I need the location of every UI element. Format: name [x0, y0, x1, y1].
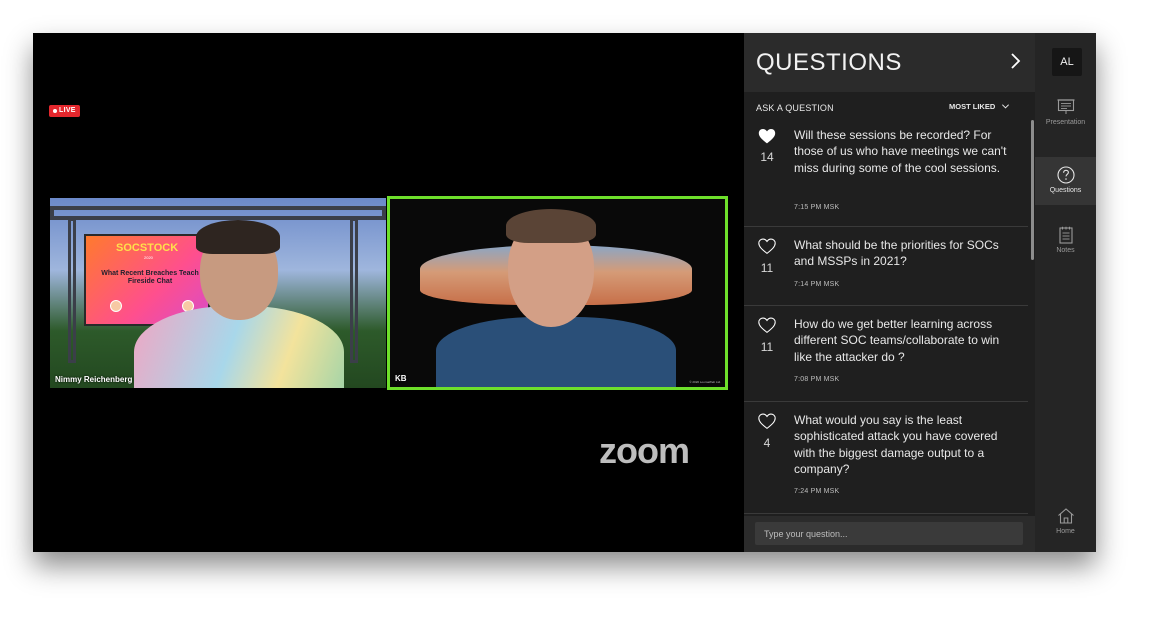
video-stage: LIVE SOCSTOCK 2020 What Recent Breaches …: [33, 33, 744, 552]
user-avatar[interactable]: AL: [1052, 48, 1082, 76]
stage-truss: [68, 218, 76, 363]
questions-scrollbar[interactable]: [1031, 120, 1034, 260]
rail-item-questions[interactable]: Questions: [1035, 157, 1096, 205]
question-circle-icon: [1056, 166, 1075, 184]
app-window: LIVE SOCSTOCK 2020 What Recent Breaches …: [33, 33, 1096, 552]
panel-title: QUESTIONS: [756, 49, 902, 76]
participant-video-body: [436, 317, 676, 387]
questions-panel: QUESTIONS ASK A QUESTION MOST LIKED 14 W…: [744, 33, 1035, 552]
like-count: 11: [760, 261, 774, 275]
rail-item-label: Home: [1056, 528, 1075, 535]
rail-item-label: Notes: [1056, 247, 1075, 254]
question-text: How do we get better learning across dif…: [794, 317, 1000, 364]
ask-a-question-link[interactable]: ASK A QUESTION: [756, 103, 834, 113]
collapse-chevron-right-icon[interactable]: [1005, 51, 1025, 71]
like-count: 11: [760, 340, 774, 354]
heart-outline-icon[interactable]: [757, 412, 777, 430]
notes-icon: [1058, 226, 1073, 244]
live-badge: LIVE: [49, 105, 80, 117]
participant-tile-nimmy[interactable]: SOCSTOCK 2020 What Recent Breaches Teach…: [50, 198, 386, 388]
question-timestamp: 7:14 PM MSK: [794, 281, 840, 288]
heart-outline-icon[interactable]: [757, 316, 777, 334]
participant-name: Nimmy Reichenberg: [55, 375, 133, 384]
rail-item-label: Presentation: [1045, 119, 1086, 126]
rail-item-presentation[interactable]: Presentation: [1035, 97, 1096, 145]
chevron-down-icon: [1002, 104, 1010, 109]
heart-outline-icon[interactable]: [757, 237, 777, 255]
question-timestamp: 7:15 PM MSK: [794, 204, 840, 211]
question-item: 11 How do we get better learning across …: [744, 306, 1028, 402]
live-label: LIVE: [59, 107, 76, 114]
backdrop-avatar: [110, 300, 122, 312]
question-item: 14 Will these sessions be recorded? For …: [744, 122, 1028, 227]
stage-truss: [50, 206, 386, 220]
presentation-icon: [1057, 99, 1074, 114]
question-item: 4 What would you say is the least sophis…: [744, 402, 1028, 514]
like-count: 14: [760, 150, 774, 164]
backdrop-title: What Recent Breaches Teach Fireside Chat: [101, 270, 199, 285]
stage-truss: [350, 218, 358, 363]
participant-name: KB: [395, 374, 407, 383]
questions-header: QUESTIONS: [744, 33, 1035, 92]
backdrop-copyright: © 2020 LoomaWeb Ltd.: [689, 380, 721, 384]
sort-label: MOST LIKED: [949, 102, 996, 111]
heart-filled-icon[interactable]: [757, 127, 777, 145]
participant-video-hair: [196, 220, 280, 254]
like-count: 4: [763, 436, 771, 450]
question-text: Will these sessions be recorded? For tho…: [794, 128, 1007, 175]
question-timestamp: 7:24 PM MSK: [794, 488, 840, 495]
zoom-watermark: zoom: [599, 430, 690, 471]
backdrop-logo: SOCSTOCK: [116, 242, 179, 254]
question-text: What should be the priorities for SOCs a…: [794, 238, 999, 269]
question-timestamp: 7:08 PM MSK: [794, 376, 840, 383]
questions-list-area: ASK A QUESTION MOST LIKED 14 Will these …: [744, 92, 1035, 516]
question-input-bar: [744, 516, 1035, 552]
live-dot-icon: [53, 109, 57, 113]
rail-item-home[interactable]: Home: [1035, 506, 1096, 552]
rail-item-notes[interactable]: Notes: [1035, 225, 1096, 273]
sort-dropdown[interactable]: MOST LIKED: [949, 102, 1010, 111]
participant-tile-kb[interactable]: KB © 2020 LoomaWeb Ltd.: [387, 196, 728, 390]
participant-video-hair: [506, 209, 596, 243]
question-item: 11 What should be the priorities for SOC…: [744, 227, 1028, 306]
home-icon: [1057, 508, 1074, 524]
rail-item-label: Questions: [1049, 187, 1082, 194]
backdrop-subtitle: 2020: [144, 255, 153, 260]
questions-list: 14 Will these sessions be recorded? For …: [744, 122, 1028, 514]
question-text: What would you say is the least sophisti…: [794, 413, 998, 476]
side-rail: AL Presentation Questions Notes Home: [1035, 33, 1096, 552]
question-input[interactable]: [755, 522, 1023, 545]
